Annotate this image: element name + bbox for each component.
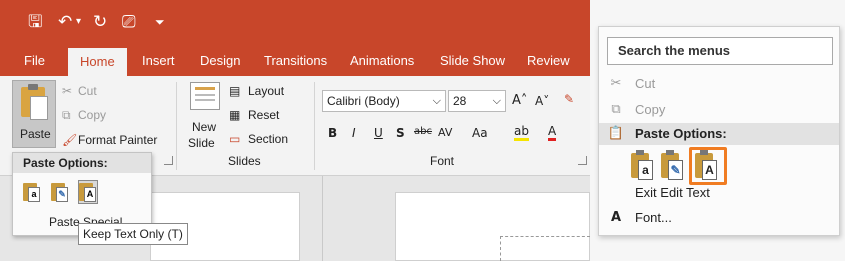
- chevron-down-icon: ⌵: [492, 94, 501, 107]
- font-color-icon[interactable]: A: [548, 124, 557, 141]
- cut-icon[interactable]: ✂: [62, 84, 72, 98]
- search-menus-input[interactable]: Search the menus: [607, 37, 833, 65]
- grow-font-icon[interactable]: A˄: [512, 93, 527, 108]
- placeholder-border: [500, 236, 590, 237]
- paste-options-heading: Paste Options:: [13, 153, 151, 173]
- reset-icon[interactable]: ▦: [229, 108, 240, 122]
- present-icon[interactable]: ⎚: [122, 12, 136, 32]
- customize-icon[interactable]: ⏷: [155, 12, 165, 32]
- use-destination-theme-icon[interactable]: a: [631, 150, 657, 181]
- character-spacing-button[interactable]: AV: [438, 126, 452, 139]
- change-case-button[interactable]: Aa: [472, 126, 488, 140]
- powerpoint-window: 🖫 ↶ ▾ ↻ ⎚ ⏷ File Home Insert Design Tran…: [0, 0, 590, 261]
- copy-icon[interactable]: ⧉: [62, 108, 71, 123]
- save-icon[interactable]: 🖫: [28, 12, 42, 32]
- keep-source-formatting-icon[interactable]: ✎: [661, 150, 687, 181]
- group-separator: [314, 82, 315, 170]
- tab-slide-show[interactable]: Slide Show: [440, 46, 505, 76]
- placeholder-border: [500, 236, 501, 261]
- use-destination-theme-icon[interactable]: a: [23, 181, 41, 203]
- section-icon[interactable]: ▭: [229, 132, 240, 146]
- menu-item-exit-edit-text[interactable]: Exit Edit Text: [599, 182, 839, 204]
- cut-button[interactable]: Cut: [78, 84, 97, 98]
- strikethrough-button[interactable]: abc: [414, 126, 432, 137]
- underline-button[interactable]: U: [374, 126, 383, 140]
- tab-review[interactable]: Review: [527, 46, 570, 76]
- italic-button[interactable]: I: [352, 126, 356, 140]
- pane-divider[interactable]: [322, 176, 323, 261]
- paste-label: Paste: [20, 127, 51, 141]
- layout-button[interactable]: Layout: [248, 84, 284, 98]
- ribbon-tabs: File Home Insert Design Transitions Anim…: [0, 46, 590, 76]
- font-launcher-icon[interactable]: [578, 156, 587, 165]
- context-menu: Search the menus ✂ Cut ⧉ Copy 📋 Paste Op…: [598, 26, 840, 236]
- format-painter-icon[interactable]: 🖌: [62, 133, 77, 147]
- bold-button[interactable]: B: [328, 126, 337, 140]
- menu-item-font[interactable]: A Font...: [599, 207, 839, 229]
- font-icon: A: [610, 210, 622, 225]
- clipboard-icon: 📋: [607, 126, 625, 141]
- paste-icon: [21, 84, 48, 120]
- quick-access-toolbar: 🖫 ↶ ▾ ↻ ⎚ ⏷: [0, 0, 590, 46]
- menu-paste-options-header: 📋 Paste Options:: [599, 123, 839, 145]
- undo-icon[interactable]: ↶: [58, 12, 72, 32]
- tab-home[interactable]: Home: [68, 48, 127, 76]
- chevron-down-icon: ⌵: [432, 94, 441, 107]
- undo-dropdown-icon[interactable]: ▾: [76, 12, 81, 32]
- menu-item-copy[interactable]: ⧉ Copy: [599, 99, 839, 121]
- redo-icon[interactable]: ↻: [93, 12, 107, 32]
- keep-source-formatting-icon[interactable]: ✎: [51, 181, 69, 203]
- slides-group-label: Slides: [228, 154, 261, 168]
- tab-design[interactable]: Design: [200, 46, 240, 76]
- tab-transitions[interactable]: Transitions: [264, 46, 327, 76]
- tab-insert[interactable]: Insert: [142, 46, 175, 76]
- scissors-icon: ✂: [610, 76, 622, 91]
- section-button[interactable]: Section: [248, 132, 288, 146]
- clipboard-launcher-icon[interactable]: [164, 156, 173, 165]
- new-slide-label-2[interactable]: Slide: [188, 136, 215, 150]
- shadow-button[interactable]: S: [396, 126, 405, 140]
- menu-item-cut[interactable]: ✂ Cut: [599, 73, 839, 95]
- slide-canvas[interactable]: [395, 192, 590, 261]
- tab-animations[interactable]: Animations: [350, 46, 414, 76]
- shrink-font-icon[interactable]: A˅: [535, 94, 549, 108]
- new-slide-label-1[interactable]: New: [192, 120, 216, 134]
- copy-icon: ⧉: [611, 102, 621, 117]
- paste-button[interactable]: Paste: [12, 80, 56, 148]
- font-size-value: 28: [453, 94, 467, 108]
- font-group-label: Font: [430, 154, 455, 168]
- keep-text-only-icon[interactable]: A: [78, 180, 98, 204]
- font-size-select[interactable]: 28 ⌵: [448, 90, 506, 112]
- clear-format-icon[interactable]: ✎: [564, 92, 574, 106]
- layout-icon[interactable]: ▤: [229, 84, 240, 98]
- tooltip: Keep Text Only (T): [78, 223, 188, 245]
- format-painter-button[interactable]: Format Painter: [78, 133, 157, 147]
- group-separator: [176, 82, 177, 170]
- font-name-value: Calibri (Body): [327, 94, 400, 108]
- tab-file[interactable]: File: [24, 46, 45, 76]
- reset-button[interactable]: Reset: [248, 108, 279, 122]
- screenshot-stage: 🖫 ↶ ▾ ↻ ⎚ ⏷ File Home Insert Design Tran…: [0, 0, 845, 261]
- new-slide-icon[interactable]: [190, 82, 220, 110]
- keep-text-only-highlight: [689, 147, 727, 185]
- font-name-select[interactable]: Calibri (Body) ⌵: [322, 90, 446, 112]
- highlight-color-icon[interactable]: ab: [514, 124, 529, 141]
- copy-button[interactable]: Copy: [78, 108, 106, 122]
